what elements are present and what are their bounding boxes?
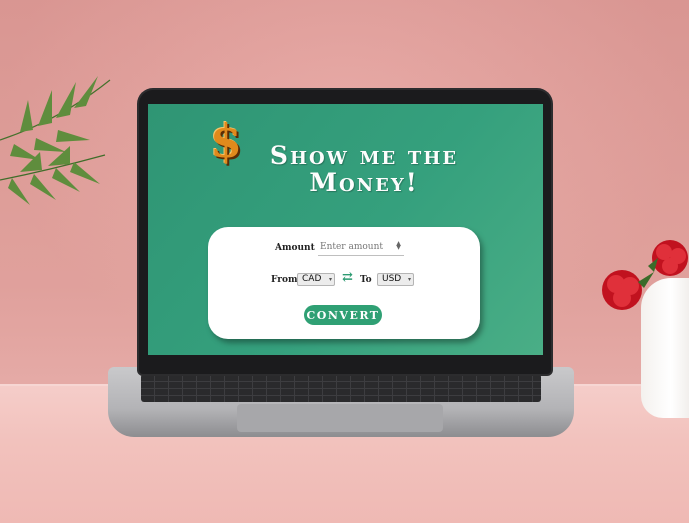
number-spinner-icon[interactable]: ▲ ▼ (395, 241, 402, 251)
laptop-keyboard (141, 374, 541, 402)
to-label: To (360, 275, 372, 285)
from-currency-select[interactable]: CAD ▾ (297, 273, 335, 286)
chevron-down-icon: ▾ (328, 276, 332, 283)
red-flowers (602, 240, 688, 310)
to-currency-value: USD (382, 274, 402, 284)
amount-label: Amount (275, 243, 315, 253)
photo-scene: $ Show me the Money! Amount ▲▼ From CAD … (0, 0, 689, 523)
converter-card: Amount ▲▼ From CAD ▾ ⇄ To USD ▾ CONVERT (208, 227, 480, 339)
convert-button[interactable]: CONVERT (304, 305, 382, 325)
dollar-logo-icon: $ (210, 114, 243, 168)
from-currency-value: CAD (302, 274, 322, 284)
chevron-down-icon: ▾ (407, 276, 411, 283)
plant-leaves (0, 76, 111, 205)
page-title: Show me the Money! (244, 142, 484, 202)
amount-input[interactable] (318, 239, 404, 256)
title-line-1: Show me the (269, 141, 459, 170)
laptop-trackpad (237, 404, 443, 432)
to-currency-select[interactable]: USD ▾ (377, 273, 414, 286)
title-line-2: Money! (309, 168, 419, 197)
swap-icon[interactable]: ⇄ (342, 271, 356, 285)
laptop-screen: $ Show me the Money! Amount ▲▼ From CAD … (148, 104, 543, 355)
from-label: From (271, 275, 298, 285)
